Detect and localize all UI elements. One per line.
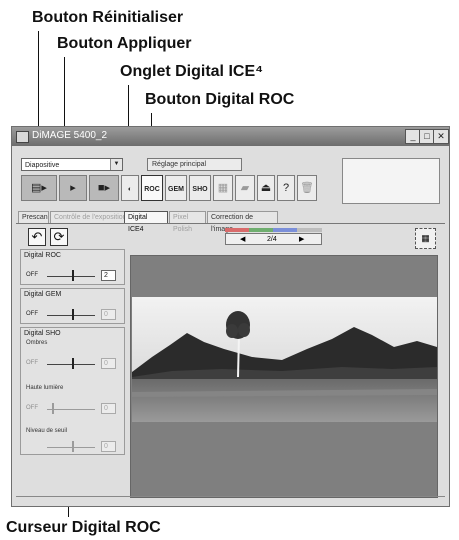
preview-image xyxy=(132,297,437,422)
toolbar-film-button[interactable]: ▰ xyxy=(235,175,255,201)
toolbar-prescan-button[interactable]: ▤▸ xyxy=(21,175,57,201)
frame-bar-4 xyxy=(297,228,322,232)
sho-icon: SHO xyxy=(192,186,208,193)
help-button[interactable]: ? xyxy=(277,175,295,201)
film-icon: ▰ xyxy=(240,182,250,194)
toolbar-auto-button[interactable]: ◐ xyxy=(121,175,139,201)
prescan-icon: ▤▸ xyxy=(31,182,47,194)
callout-ice-tab: Onglet Digital ICE⁴ xyxy=(120,63,264,80)
next-frame-icon[interactable]: ▶ xyxy=(299,234,304,245)
frame-counter: 2/4 xyxy=(267,236,277,243)
threshold-value[interactable]: 0 xyxy=(101,441,116,452)
threshold-label: Niveau de seuil xyxy=(26,428,68,434)
tab-prescan[interactable]: Prescan xyxy=(18,211,49,223)
play-icon: ▸ xyxy=(70,182,76,194)
shadows-track xyxy=(47,364,95,365)
main-setting-button[interactable]: Réglage principal xyxy=(147,158,242,171)
highlights-track xyxy=(47,409,95,410)
digital-sho-button[interactable]: SHO xyxy=(189,175,211,201)
callout-apply-button: Bouton Appliquer xyxy=(57,35,192,52)
tab-image-correction[interactable]: Correction de l'image xyxy=(207,211,278,233)
toolbar-scan-button[interactable]: ■▸ xyxy=(89,175,119,201)
digital-gem-off-label: OFF xyxy=(26,311,38,317)
chevron-down-icon: ▼ xyxy=(110,159,122,170)
toolbar-index-button[interactable]: ▸ xyxy=(59,175,87,201)
highlights-label: Haute lumière xyxy=(26,385,64,391)
digital-sho-title: Digital SHO xyxy=(24,330,61,337)
digital-gem-button[interactable]: GEM xyxy=(165,175,187,201)
highlights-slider[interactable] xyxy=(52,403,54,414)
tab-pixel-polish[interactable]: Pixel Polish xyxy=(169,211,206,233)
digital-roc-panel: Digital ROC OFF 2 xyxy=(20,249,125,285)
info-box xyxy=(342,158,440,204)
app-icon xyxy=(16,131,29,143)
highlights-value[interactable]: 0 xyxy=(101,403,116,414)
digital-sho-panel: Digital SHO Ombres OFF 0 Haute lumière O… xyxy=(20,327,125,455)
tab-digital-ice[interactable]: Digital ICE4 xyxy=(124,211,168,233)
threshold-slider[interactable] xyxy=(72,441,74,452)
callout-roc-button: Bouton Digital ROC xyxy=(145,91,295,108)
shadows-value[interactable]: 0 xyxy=(101,358,116,369)
prev-frame-icon[interactable]: ◀ xyxy=(240,234,245,245)
apply-button[interactable]: ⟳ xyxy=(50,228,68,246)
tab-divider xyxy=(16,223,445,224)
film-type-value: Diapositive xyxy=(25,162,60,169)
film-type-select[interactable]: Diapositive ▼ xyxy=(21,158,123,171)
scan-icon: ■▸ xyxy=(97,182,111,194)
eject-button[interactable]: ⏏ xyxy=(257,175,275,201)
digital-roc-slider[interactable] xyxy=(72,270,74,281)
refresh-icon: ⟳ xyxy=(53,229,65,244)
frame-bar-3 xyxy=(273,228,297,232)
gem-icon: GEM xyxy=(168,186,184,193)
reset-button[interactable]: ↶ xyxy=(28,228,46,246)
navigator-controls: ◀ 2/4 ▶ xyxy=(225,233,322,245)
digital-gem-title: Digital GEM xyxy=(24,291,62,298)
undo-icon: ↶ xyxy=(31,229,43,244)
help-icon: ? xyxy=(282,182,290,194)
window-title: DiMAGE 5400_2 xyxy=(32,130,108,141)
digital-roc-track xyxy=(47,276,95,277)
grid-icon: ▦ xyxy=(217,182,229,194)
shadows-label: Ombres xyxy=(26,340,48,346)
callout-roc-slider: Curseur Digital ROC xyxy=(6,519,161,536)
digital-gem-panel: Digital GEM OFF 0 xyxy=(20,288,125,324)
digital-roc-off-label: OFF xyxy=(26,272,38,278)
trash-icon: 🗑 xyxy=(300,182,314,194)
digital-gem-slider[interactable] xyxy=(72,309,74,320)
digital-gem-value[interactable]: 0 xyxy=(101,309,116,320)
close-icon[interactable]: ✕ xyxy=(433,129,449,144)
digital-roc-title: Digital ROC xyxy=(24,252,61,259)
eject-icon: ⏏ xyxy=(260,182,272,194)
highlights-off-label: OFF xyxy=(26,405,38,411)
app-window: DiMAGE 5400_2 _ □ ✕ Diapositive ▼ Réglag… xyxy=(11,126,450,507)
shadows-off-label: OFF xyxy=(26,360,38,366)
preview-area xyxy=(130,255,438,498)
frame-bar-2 xyxy=(249,228,273,232)
fit-view-icon[interactable]: ▦ xyxy=(415,228,436,249)
toolbar-grid-button[interactable]: ▦ xyxy=(213,175,233,201)
trash-button[interactable]: 🗑 xyxy=(297,175,317,201)
frame-bar-1 xyxy=(225,228,249,232)
auto-icon: ◐ xyxy=(127,186,133,193)
digital-roc-value[interactable]: 2 xyxy=(101,270,116,281)
digital-gem-track xyxy=(47,315,95,316)
roc-icon: ROC xyxy=(144,186,160,193)
title-bar: DiMAGE 5400_2 _ □ ✕ xyxy=(12,127,449,146)
frame-navigator: ◀ 2/4 ▶ xyxy=(225,228,322,246)
status-bar xyxy=(16,496,445,505)
shadows-slider[interactable] xyxy=(72,358,74,369)
threshold-track xyxy=(47,447,95,448)
digital-roc-button[interactable]: ROC xyxy=(141,175,163,201)
callout-reset-button: Bouton Réinitialiser xyxy=(32,9,184,26)
